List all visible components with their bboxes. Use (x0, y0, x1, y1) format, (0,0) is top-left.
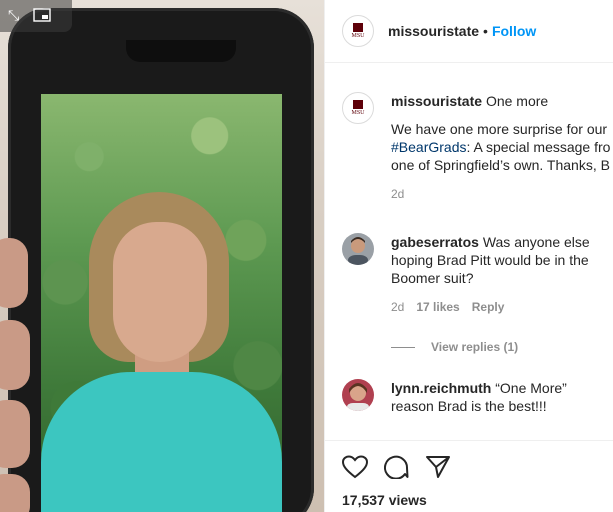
caption-text: missouristate One more We have one more … (391, 92, 613, 174)
hashtag-link[interactable]: #BearGrads (391, 139, 466, 155)
finger (0, 320, 30, 390)
comment-icon[interactable] (384, 455, 409, 479)
post-actions: 17,537 views (325, 440, 613, 512)
reply-button[interactable]: Reply (472, 300, 505, 314)
phone-notch (126, 40, 236, 62)
post-sidebar: MSU missouristate • Follow MSU missouris… (324, 0, 613, 512)
video-frame (41, 94, 282, 512)
video-player[interactable]: ⤡ (0, 0, 324, 512)
comment-likes[interactable]: 17 likes (416, 300, 459, 314)
caption-meta: 2d (391, 187, 613, 201)
separator-dot: • (483, 23, 488, 39)
media-controls: ⤡ (0, 0, 72, 32)
comment-item: lynn.reichmuth “One More” reason Brad is… (342, 379, 613, 415)
account-avatar[interactable]: MSU (342, 15, 374, 47)
comment-time[interactable]: 2d (391, 300, 404, 314)
heart-icon[interactable] (342, 455, 368, 479)
finger (0, 474, 30, 512)
view-replies-label: View replies (1) (431, 340, 519, 354)
missouri-state-logo: MSU (351, 100, 365, 116)
comments-list[interactable]: MSU missouristate One more We have one m… (325, 64, 613, 439)
finger (0, 400, 30, 468)
commenter-avatar[interactable] (342, 233, 374, 265)
caption-line-2-rest: : A special message fro (466, 139, 611, 155)
commenter-username[interactable]: lynn.reichmuth (391, 380, 491, 396)
caption-username[interactable]: missouristate (391, 93, 482, 109)
comment-text: gabeserratos Was anyone else hoping Brad… (391, 233, 606, 287)
picture-in-picture-icon[interactable] (33, 7, 51, 25)
commenter-avatar[interactable] (342, 379, 374, 411)
person-face (113, 222, 207, 362)
expand-icon[interactable]: ⤡ (8, 9, 19, 23)
caption-line-2: #BearGrads: A special message fro (391, 138, 613, 156)
person-shirt (41, 372, 282, 512)
paper-plane-icon[interactable] (425, 455, 451, 479)
view-count[interactable]: 17,537 views (342, 492, 427, 508)
comment-item: gabeserratos Was anyone else hoping Brad… (342, 233, 613, 314)
missouri-state-logo: MSU (351, 23, 365, 39)
post-header: MSU missouristate • Follow (325, 0, 613, 63)
caption-line-1: We have one more surprise for our (391, 121, 608, 137)
comment-meta: 2d 17 likes Reply (391, 300, 613, 314)
caption-first-line: One more (485, 93, 549, 109)
replies-divider-line (391, 346, 415, 348)
action-icons (342, 455, 451, 479)
comment-text: lynn.reichmuth “One More” reason Brad is… (391, 379, 606, 415)
caption-line-3: one of Springfield’s own. Thanks, B (391, 157, 610, 173)
finger (0, 238, 28, 308)
view-replies-button[interactable]: View replies (1) (391, 340, 518, 354)
commenter-username[interactable]: gabeserratos (391, 234, 479, 250)
caption: MSU missouristate One more We have one m… (342, 92, 613, 201)
caption-avatar[interactable]: MSU (342, 92, 374, 124)
caption-time[interactable]: 2d (391, 187, 404, 201)
account-username[interactable]: missouristate (388, 23, 479, 39)
follow-button[interactable]: Follow (492, 23, 536, 39)
